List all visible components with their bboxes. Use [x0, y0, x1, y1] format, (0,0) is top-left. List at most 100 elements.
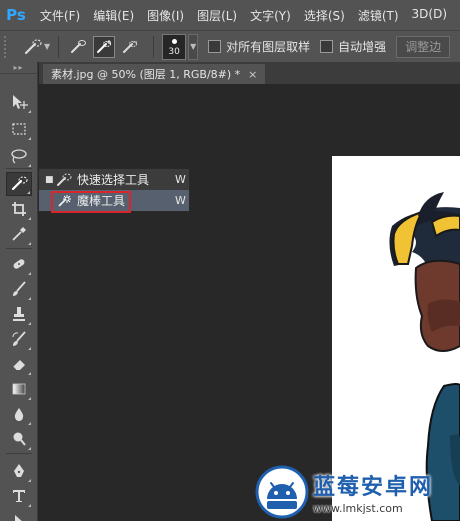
selection-tool-flyout: ■ 快速选择工具 W 魔棒工具 W — [38, 168, 190, 213]
document-tab[interactable]: 素材.jpg @ 50% (图层 1, RGB/8#) * × — [43, 64, 266, 84]
flyout-indicator-icon — [28, 137, 31, 140]
options-grip[interactable] — [4, 35, 10, 58]
flyout-indicator-icon — [28, 422, 31, 425]
divider — [58, 35, 60, 58]
menu-type[interactable]: 文字(Y) — [250, 7, 291, 24]
menu-image[interactable]: 图像(I) — [147, 7, 184, 24]
close-icon[interactable]: × — [248, 68, 257, 81]
crop-tool[interactable] — [6, 197, 32, 221]
brush-tool[interactable] — [6, 277, 32, 301]
flyout-indicator-icon — [28, 372, 31, 375]
eraser-icon — [12, 360, 25, 371]
move-icon — [13, 95, 28, 109]
canvas-area[interactable] — [39, 84, 460, 521]
selected-bullet-icon: ■ — [45, 174, 54, 185]
flyout-indicator-icon — [28, 447, 31, 450]
pen-icon — [14, 464, 24, 477]
flyout-item-label: 快速选择工具 — [77, 173, 150, 187]
eraser-tool[interactable] — [6, 352, 32, 376]
crop-icon — [12, 202, 26, 216]
marquee-tool[interactable] — [6, 117, 32, 141]
shortcut-key: W — [175, 194, 186, 207]
move-tool[interactable] — [6, 90, 32, 114]
brush-icon — [13, 281, 26, 296]
brush-size-dropdown[interactable]: ▼ — [188, 33, 199, 60]
android-logo-icon — [255, 465, 309, 519]
watermark-text: 蓝莓安卓网 www.lmkjst.com — [313, 469, 433, 515]
brush-size-picker[interactable]: 30 — [162, 33, 187, 60]
divider — [6, 453, 32, 454]
flyout-indicator-icon — [28, 110, 31, 113]
checkbox-box[interactable] — [320, 40, 334, 53]
auto-enhance-checkbox[interactable]: 自动增强 — [320, 38, 386, 55]
menu-items: 文件(F) 编辑(E) 图像(I) 图层(L) 文字(Y) 选择(S) 滤镜(T… — [40, 7, 460, 24]
healing-brush-tool[interactable] — [6, 252, 32, 276]
flyout-indicator-icon — [28, 479, 31, 482]
type-tool[interactable] — [6, 484, 32, 508]
menu-filter[interactable]: 滤镜(T) — [358, 7, 399, 24]
divider — [6, 248, 32, 249]
clone-stamp-tool[interactable] — [6, 302, 32, 326]
brush-size-value: 30 — [168, 46, 180, 57]
chevron-down-icon: ▼ — [190, 42, 197, 51]
subtract-from-selection-button[interactable] — [119, 36, 141, 58]
quick-selection-icon — [11, 176, 28, 191]
path-selection-tool[interactable] — [6, 509, 32, 521]
chevron-down-icon[interactable]: ▼ — [44, 42, 50, 51]
dodge-tool[interactable] — [6, 427, 32, 451]
history-brush-icon — [12, 331, 26, 346]
flyout-indicator-icon — [28, 242, 31, 245]
divider — [6, 168, 32, 169]
checkbox-box[interactable] — [208, 40, 222, 53]
quick-selection-icon — [55, 172, 73, 188]
blur-tool[interactable] — [6, 402, 32, 426]
type-icon — [13, 490, 25, 502]
dodge-icon — [13, 432, 26, 446]
drop-icon — [14, 408, 24, 421]
brush-subtract-icon — [123, 40, 138, 53]
path-select-icon — [15, 515, 22, 521]
brush-tip-icon — [171, 38, 177, 44]
new-selection-button[interactable] — [67, 36, 89, 58]
flyout-indicator-icon — [28, 322, 31, 325]
site-watermark: 蓝莓安卓网 www.lmkjst.com — [255, 462, 460, 521]
brush-add-icon — [97, 39, 112, 53]
watermark-url: www.lmkjst.com — [313, 501, 403, 515]
gradient-icon — [12, 383, 26, 395]
brush-new-icon — [71, 39, 87, 53]
sample-all-layers-checkbox[interactable]: 对所有图层取样 — [208, 38, 310, 55]
bandage-icon — [13, 259, 25, 269]
sample-all-layers-label: 对所有图层取样 — [226, 40, 311, 54]
shortcut-key: W — [175, 173, 186, 186]
add-to-selection-button[interactable] — [93, 35, 116, 58]
menu-file[interactable]: 文件(F) — [40, 7, 80, 24]
flyout-item-quick-selection[interactable]: ■ 快速选择工具 W — [39, 169, 189, 190]
menu-select[interactable]: 选择(S) — [304, 7, 345, 24]
flyout-indicator-icon — [28, 347, 31, 350]
eyedropper-tool[interactable] — [6, 222, 32, 246]
panel-collapse-grip[interactable]: ▸▸ — [0, 62, 37, 74]
options-bar: ▼ 30 ▼ 对所有图层取样 自动增强 调整边 — [0, 30, 460, 62]
gradient-tool[interactable] — [6, 377, 32, 401]
document-tab-title: 素材.jpg @ 50% (图层 1, RGB/8#) * — [51, 68, 241, 81]
refine-edge-button[interactable]: 调整边 — [396, 35, 451, 58]
tools-panel: ▸▸ — [0, 62, 38, 521]
menu-layer[interactable]: 图层(L) — [197, 7, 237, 24]
flyout-indicator-icon — [28, 217, 31, 220]
divider — [153, 35, 155, 58]
flyout-indicator-icon — [27, 191, 30, 194]
quick-selection-tool[interactable] — [6, 172, 32, 196]
watermark-title: 蓝莓安卓网 — [313, 474, 434, 500]
pen-tool[interactable] — [6, 459, 32, 483]
lasso-tool[interactable] — [6, 144, 32, 168]
quick-selection-icon — [24, 38, 42, 54]
lasso-icon — [11, 149, 27, 164]
flyout-indicator-icon — [28, 164, 31, 167]
ps-logo: Ps — [6, 6, 26, 24]
menu-edit[interactable]: 编辑(E) — [93, 7, 134, 24]
flyout-indicator-icon — [28, 272, 31, 275]
rect-marquee-icon — [12, 123, 26, 135]
history-brush-tool[interactable] — [6, 327, 32, 351]
eyedropper-icon — [12, 227, 26, 241]
menu-3d[interactable]: 3D(D) — [412, 7, 447, 24]
